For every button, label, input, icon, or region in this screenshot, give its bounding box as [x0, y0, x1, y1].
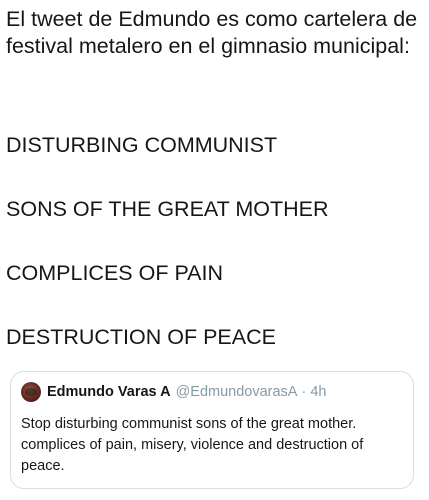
band-name-2: SONS OF THE GREAT MOTHER: [6, 197, 329, 221]
quoted-tweet-text: Stop disturbing communist sons of the gr…: [21, 416, 364, 474]
band-name-3: COMPLICES OF PAIN: [6, 261, 224, 285]
tweet-body: El tweet de Edmundo es como cartelera de…: [6, 6, 422, 60]
quoted-author-name[interactable]: Edmundo Varas A: [47, 384, 171, 400]
quoted-tweet-card[interactable]: Edmundo Varas A @EdmundovarasA · 4h Stop…: [10, 371, 414, 489]
band-name-4: DESTRUCTION OF PEACE: [6, 325, 276, 349]
quoted-tweet-time[interactable]: 4h: [310, 384, 326, 400]
tweet-intro-text: El tweet de Edmundo es como cartelera de…: [6, 7, 418, 58]
separator-dot: ·: [301, 384, 307, 400]
quoted-tweet-header: Edmundo Varas A @EdmundovarasA · 4h: [21, 382, 326, 402]
band-name-1: DISTURBING COMMUNIST: [6, 133, 278, 157]
quoted-author-handle[interactable]: @EdmundovarasA: [176, 384, 298, 400]
avatar-icon[interactable]: [21, 382, 41, 402]
